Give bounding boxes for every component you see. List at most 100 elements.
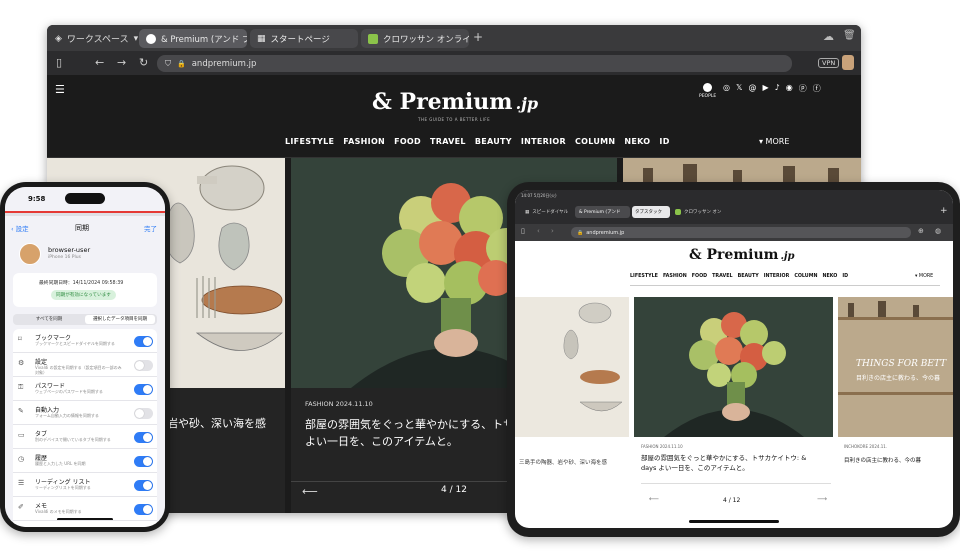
- seg-sync-all[interactable]: すべてを同期: [15, 315, 83, 324]
- last-sync-text: 最終同期日時：14/11/2024 09:58:39: [39, 281, 124, 286]
- x-icon[interactable]: 𝕏: [736, 83, 742, 94]
- sync-row-toggle[interactable]: [134, 480, 153, 491]
- sync-row: ✎ 自動入力 フォーム自動入力の情報を同期する: [13, 403, 157, 425]
- tab-label: スタートページ: [270, 34, 330, 45]
- tablet-add-icon[interactable]: ⊕: [918, 227, 924, 235]
- tab-start-page[interactable]: ▦ スタートページ: [250, 29, 358, 48]
- tablet-url-field[interactable]: 🔒 andpremium.jp: [571, 227, 911, 238]
- sync-row: ▭ タブ 別のデバイスで開いているタブを同期する: [13, 427, 157, 449]
- tablet-new-tab-icon[interactable]: +: [940, 206, 948, 216]
- shield-icon: ⛉: [165, 58, 171, 68]
- workspace-label: ワークスペース: [66, 35, 129, 45]
- instagram-icon[interactable]: ◎: [723, 83, 730, 94]
- nav-id[interactable]: ID: [659, 137, 669, 146]
- tablet-forward-icon[interactable]: ›: [551, 227, 554, 235]
- person-icon: [703, 83, 713, 92]
- menu-search-icon[interactable]: ☰: [55, 83, 65, 96]
- facebook-icon[interactable]: ⓕ: [813, 83, 821, 94]
- done-button[interactable]: 完了: [144, 223, 157, 233]
- sync-row: ⌑ ブックマーク ブックマークとスピードダイヤルを同期する: [13, 331, 157, 353]
- tablet-ceramics-image[interactable]: THINGS FOR BETT 目利きの店主に教わる、今の暮: [838, 297, 953, 437]
- back-arrow-icon[interactable]: ←: [95, 56, 104, 69]
- pinterest-icon[interactable]: ⓟ: [799, 83, 807, 94]
- workspace-switcher[interactable]: ◈ ワークスペース ▾: [55, 32, 138, 46]
- nav-neko[interactable]: NEKO: [624, 137, 650, 146]
- sync-row-toggle[interactable]: [134, 504, 153, 515]
- tablet-site-logo[interactable]: & Premium .jp: [689, 247, 795, 263]
- tablet-slide-title[interactable]: 部屋の雰囲気をぐっと華やかにする、トサカケイトウ: & days よい一日を、こ…: [641, 453, 806, 473]
- tab-croissant[interactable]: クロワッサン オンライン-: [361, 29, 469, 48]
- tablet-tab-stack[interactable]: タブスタック: [632, 206, 670, 218]
- tablet-tab-croissant[interactable]: クロワッサン オン: [672, 206, 732, 218]
- tablet-panel-icon[interactable]: ▯: [521, 227, 525, 235]
- seg-sync-selected[interactable]: 選択したデータ項目を同期: [85, 315, 155, 324]
- bookmark-icon: ⌑: [18, 335, 22, 343]
- red-accent-strip: [5, 211, 165, 216]
- spotify-icon[interactable]: ◉: [786, 83, 793, 94]
- sync-row-toggle[interactable]: [134, 456, 153, 467]
- tiktok-icon[interactable]: ♪: [775, 83, 780, 94]
- prev-slide-arrow-icon[interactable]: ⟵: [302, 485, 318, 498]
- slide-category: FASHION: [305, 400, 334, 408]
- slide-title: 部屋の雰囲気をぐっと華やかにする、トサカ よい一日を、このアイテムと。: [305, 418, 526, 448]
- tablet-bouquet-image[interactable]: [634, 297, 833, 437]
- sync-row-description: リーディングリストを同期する: [35, 485, 91, 490]
- back-button[interactable]: ‹ 設定: [11, 223, 29, 233]
- tablet-nav-interior[interactable]: INTERIOR: [764, 274, 790, 279]
- tablet-nav-fashion[interactable]: FASHION: [663, 274, 687, 279]
- threads-icon[interactable]: @: [748, 83, 756, 94]
- tablet-right-meta: INCHOKORE 2024.11.: [844, 444, 888, 449]
- profile-avatar[interactable]: [842, 55, 854, 70]
- youtube-icon[interactable]: ▶: [762, 83, 768, 94]
- nav-beauty[interactable]: BEAUTY: [475, 137, 512, 146]
- tab-andpremium[interactable]: & Premium (アンド プレミ: [139, 29, 247, 48]
- sync-row: ◷ 履歴 履歴と入力した URL を同期: [13, 451, 157, 473]
- tablet-tab-andpremium[interactable]: & Premium (アンド: [575, 206, 630, 218]
- tablet-nav-lifestyle[interactable]: LIFESTYLE: [630, 274, 658, 279]
- tablet-prev-arrow-icon[interactable]: ⟵: [649, 495, 659, 503]
- nav-column[interactable]: COLUMN: [575, 137, 615, 146]
- sync-row-toggle[interactable]: [134, 432, 153, 443]
- tablet-vivaldi-icon[interactable]: ◍: [935, 227, 941, 235]
- sync-row-toggle[interactable]: [134, 384, 153, 395]
- tablet-nav-id[interactable]: ID: [842, 274, 848, 279]
- tablet-tab-speed-dial[interactable]: ▦ スピードダイヤル: [521, 206, 572, 218]
- more-menu[interactable]: ▾ MORE: [759, 137, 789, 146]
- tablet-nav-food[interactable]: FOOD: [692, 274, 707, 279]
- sync-row-toggle[interactable]: [134, 408, 153, 419]
- panel-toggle-icon[interactable]: ▯: [56, 56, 62, 69]
- layers-icon: ◈: [55, 33, 62, 44]
- nav-lifestyle[interactable]: LIFESTYLE: [285, 137, 334, 146]
- new-tab-plus-icon[interactable]: +: [473, 30, 483, 44]
- sync-row-toggle[interactable]: [134, 360, 153, 371]
- nav-food[interactable]: FOOD: [394, 137, 421, 146]
- sync-status-card: 最終同期日時：14/11/2024 09:58:39 同期が有効になっています: [13, 273, 157, 307]
- sync-row: ⚙ 設定 Vivaldi の設定を同期する（設定項目の一部のみ対象）: [13, 355, 157, 377]
- tablet-more-menu[interactable]: ▾ MORE: [915, 274, 933, 279]
- tablet-pottery-image[interactable]: [515, 297, 629, 437]
- tablet-next-arrow-icon[interactable]: ⟶: [817, 495, 827, 503]
- url-field[interactable]: ⛉ 🔒 andpremium.jp: [157, 55, 792, 72]
- tablet-nav-beauty[interactable]: BEAUTY: [738, 274, 759, 279]
- social-links: ◎ 𝕏 @ ▶ ♪ ◉ ⓟ ⓕ: [723, 83, 821, 94]
- tablet-nav-column[interactable]: COLUMN: [794, 274, 817, 279]
- tablet-back-icon[interactable]: ‹: [537, 227, 540, 235]
- left-slide-title: 岩や砂、深い海を感: [167, 417, 266, 430]
- tablet-header-divider: [630, 285, 940, 286]
- cloud-icon[interactable]: ☁: [823, 30, 834, 43]
- reload-icon[interactable]: ↻: [139, 56, 148, 69]
- nav-travel[interactable]: TRAVEL: [430, 137, 466, 146]
- sync-row-description: 履歴と入力した URL を同期: [35, 461, 86, 466]
- vpn-button[interactable]: VPN: [818, 58, 840, 68]
- tablet-nav-neko[interactable]: NEKO: [822, 274, 837, 279]
- site-logo[interactable]: & Premium .jp: [372, 89, 538, 115]
- forward-arrow-icon[interactable]: →: [117, 56, 126, 69]
- slide-meta: FASHION 2024.11.10: [305, 400, 373, 408]
- nav-fashion[interactable]: FASHION: [343, 137, 385, 146]
- user-avatar: [19, 243, 41, 265]
- nav-interior[interactable]: INTERIOR: [521, 137, 566, 146]
- tablet-nav-travel[interactable]: TRAVEL: [712, 274, 732, 279]
- people-link[interactable]: PEOPLE: [699, 83, 716, 99]
- sync-row-toggle[interactable]: [134, 336, 153, 347]
- trash-icon[interactable]: 🗑: [843, 30, 856, 41]
